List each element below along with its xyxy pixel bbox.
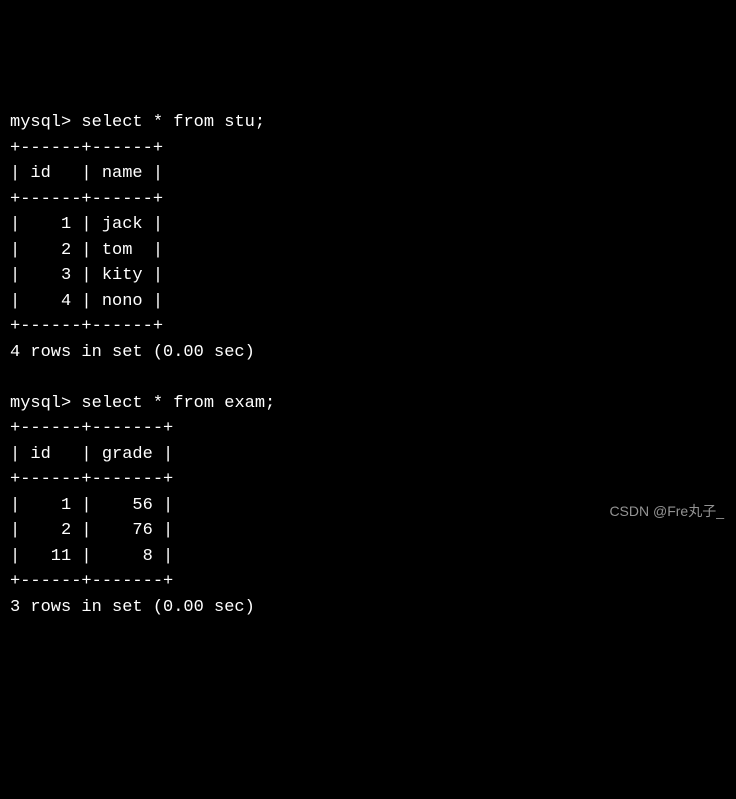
table-row: | 2 | tom | bbox=[10, 241, 163, 260]
table-border: +------+-------+ bbox=[10, 470, 173, 489]
sql-query: select * from exam; bbox=[81, 394, 275, 413]
table-header: | id | grade | bbox=[10, 445, 173, 464]
mysql-prompt[interactable]: mysql> select * from exam; bbox=[10, 394, 275, 413]
mysql-prompt[interactable]: mysql> select * from stu; bbox=[10, 113, 265, 132]
table-border: +------+-------+ bbox=[10, 419, 173, 438]
sql-query: select * from stu; bbox=[81, 113, 265, 132]
result-summary: 4 rows in set (0.00 sec) bbox=[10, 343, 255, 362]
table-row: | 1 | 56 | bbox=[10, 496, 173, 515]
table-row: | 1 | jack | bbox=[10, 215, 163, 234]
table-border: +------+------+ bbox=[10, 317, 163, 336]
terminal-output: mysql> select * from stu; +------+------… bbox=[10, 110, 726, 620]
table-row: | 3 | kity | bbox=[10, 266, 163, 285]
table-row: | 4 | nono | bbox=[10, 292, 163, 311]
table-border: +------+-------+ bbox=[10, 572, 173, 591]
watermark: CSDN @Fre丸子_ bbox=[609, 501, 724, 522]
table-border: +------+------+ bbox=[10, 139, 163, 158]
table-border: +------+------+ bbox=[10, 190, 163, 209]
table-row: | 11 | 8 | bbox=[10, 547, 173, 566]
result-summary: 3 rows in set (0.00 sec) bbox=[10, 598, 255, 617]
table-row: | 2 | 76 | bbox=[10, 521, 173, 540]
table-header: | id | name | bbox=[10, 164, 163, 183]
